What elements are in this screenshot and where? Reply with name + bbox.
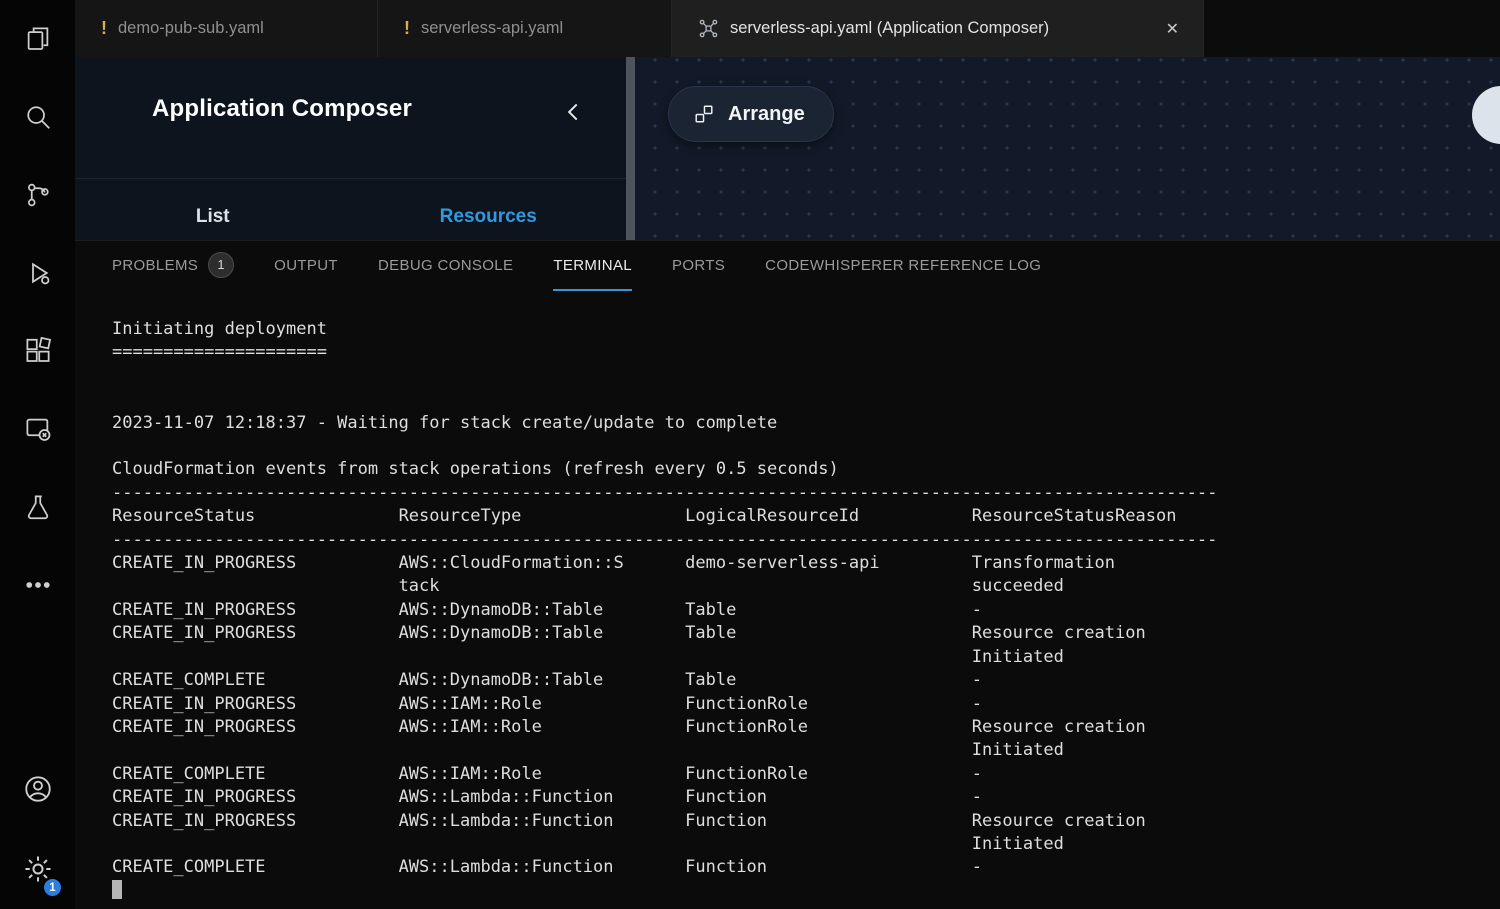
composer-tabs: List Resources — [75, 179, 626, 240]
tab-demo-pub-sub[interactable]: ! demo-pub-sub.yaml — [75, 0, 378, 57]
yaml-warning-icon: ! — [404, 18, 410, 39]
panel-tab-terminal[interactable]: TERMINAL — [553, 241, 632, 291]
activity-bar-settings[interactable]: 1 — [0, 829, 75, 909]
extensions-icon — [23, 336, 53, 366]
application-composer-panel: Application Composer List Resources — [75, 57, 635, 240]
activity-bar-remote-explorer[interactable] — [0, 390, 75, 468]
remote-explorer-icon — [23, 414, 53, 444]
activity-bar: 1 — [0, 0, 75, 909]
tab-serverless-api-composer[interactable]: serverless-api.yaml (Application Compose… — [672, 0, 1204, 57]
run-debug-icon — [23, 258, 53, 288]
collapse-chevron-icon[interactable] — [561, 99, 587, 125]
arrange-label: Arrange — [728, 103, 805, 126]
composer-canvas[interactable]: Arrange — [635, 57, 1500, 240]
activity-bar-testing[interactable] — [0, 468, 75, 546]
composer-scrollbar[interactable] — [626, 57, 635, 240]
activity-bar-run-debug[interactable] — [0, 234, 75, 312]
bottom-panel: PROBLEMS 1 OUTPUT DEBUG CONSOLE TERMINAL… — [75, 240, 1500, 909]
canvas-floating-button[interactable] — [1472, 86, 1500, 144]
panel-tab-problems[interactable]: PROBLEMS 1 — [112, 241, 234, 291]
panel-tab-ports[interactable]: PORTS — [672, 241, 725, 291]
composer-tab-resources[interactable]: Resources — [351, 193, 627, 240]
application-composer-icon — [698, 18, 719, 39]
arrange-icon — [693, 103, 715, 125]
composer-tab-list[interactable]: List — [75, 193, 351, 240]
settings-badge: 1 — [42, 877, 63, 898]
yaml-warning-icon: ! — [101, 18, 107, 39]
tab-bar-filler — [1204, 0, 1500, 57]
accounts-icon — [22, 773, 54, 805]
tab-label: serverless-api.yaml — [421, 19, 563, 38]
arrange-button[interactable]: Arrange — [668, 86, 834, 142]
close-icon[interactable]: ✕ — [1162, 17, 1183, 41]
problems-badge: 1 — [208, 252, 234, 278]
panel-tab-output[interactable]: OUTPUT — [274, 241, 338, 291]
activity-bar-extensions[interactable] — [0, 312, 75, 390]
panel-tab-debug-console[interactable]: DEBUG CONSOLE — [378, 241, 513, 291]
tab-serverless-api[interactable]: ! serverless-api.yaml — [378, 0, 672, 57]
more-icon — [23, 570, 53, 600]
activity-bar-accounts[interactable] — [0, 749, 75, 829]
terminal-cursor — [112, 880, 122, 899]
activity-bar-explorer[interactable] — [0, 0, 75, 78]
search-icon — [23, 102, 53, 132]
editor-tab-bar: ! demo-pub-sub.yaml ! serverless-api.yam… — [75, 0, 1500, 57]
activity-bar-bottom: 1 — [0, 749, 75, 909]
composer-title: Application Composer — [152, 95, 412, 123]
source-control-icon — [23, 180, 53, 210]
explorer-icon — [23, 24, 53, 54]
editor-area: Application Composer List Resources Arra… — [75, 57, 1500, 240]
activity-bar-source-control[interactable] — [0, 156, 75, 234]
vscode-window: 1 ! demo-pub-sub.yaml ! serverless-api.y… — [0, 0, 1500, 909]
tab-label: demo-pub-sub.yaml — [118, 19, 264, 38]
activity-bar-search[interactable] — [0, 78, 75, 156]
activity-bar-more[interactable] — [0, 546, 75, 624]
panel-tab-bar: PROBLEMS 1 OUTPUT DEBUG CONSOLE TERMINAL… — [75, 241, 1500, 291]
testing-icon — [23, 492, 53, 522]
terminal-output[interactable]: Initiating deployment ==================… — [75, 291, 1500, 903]
panel-tab-codewhisperer-log[interactable]: CODEWHISPERER REFERENCE LOG — [765, 241, 1041, 291]
tab-label: serverless-api.yaml (Application Compose… — [730, 19, 1049, 38]
